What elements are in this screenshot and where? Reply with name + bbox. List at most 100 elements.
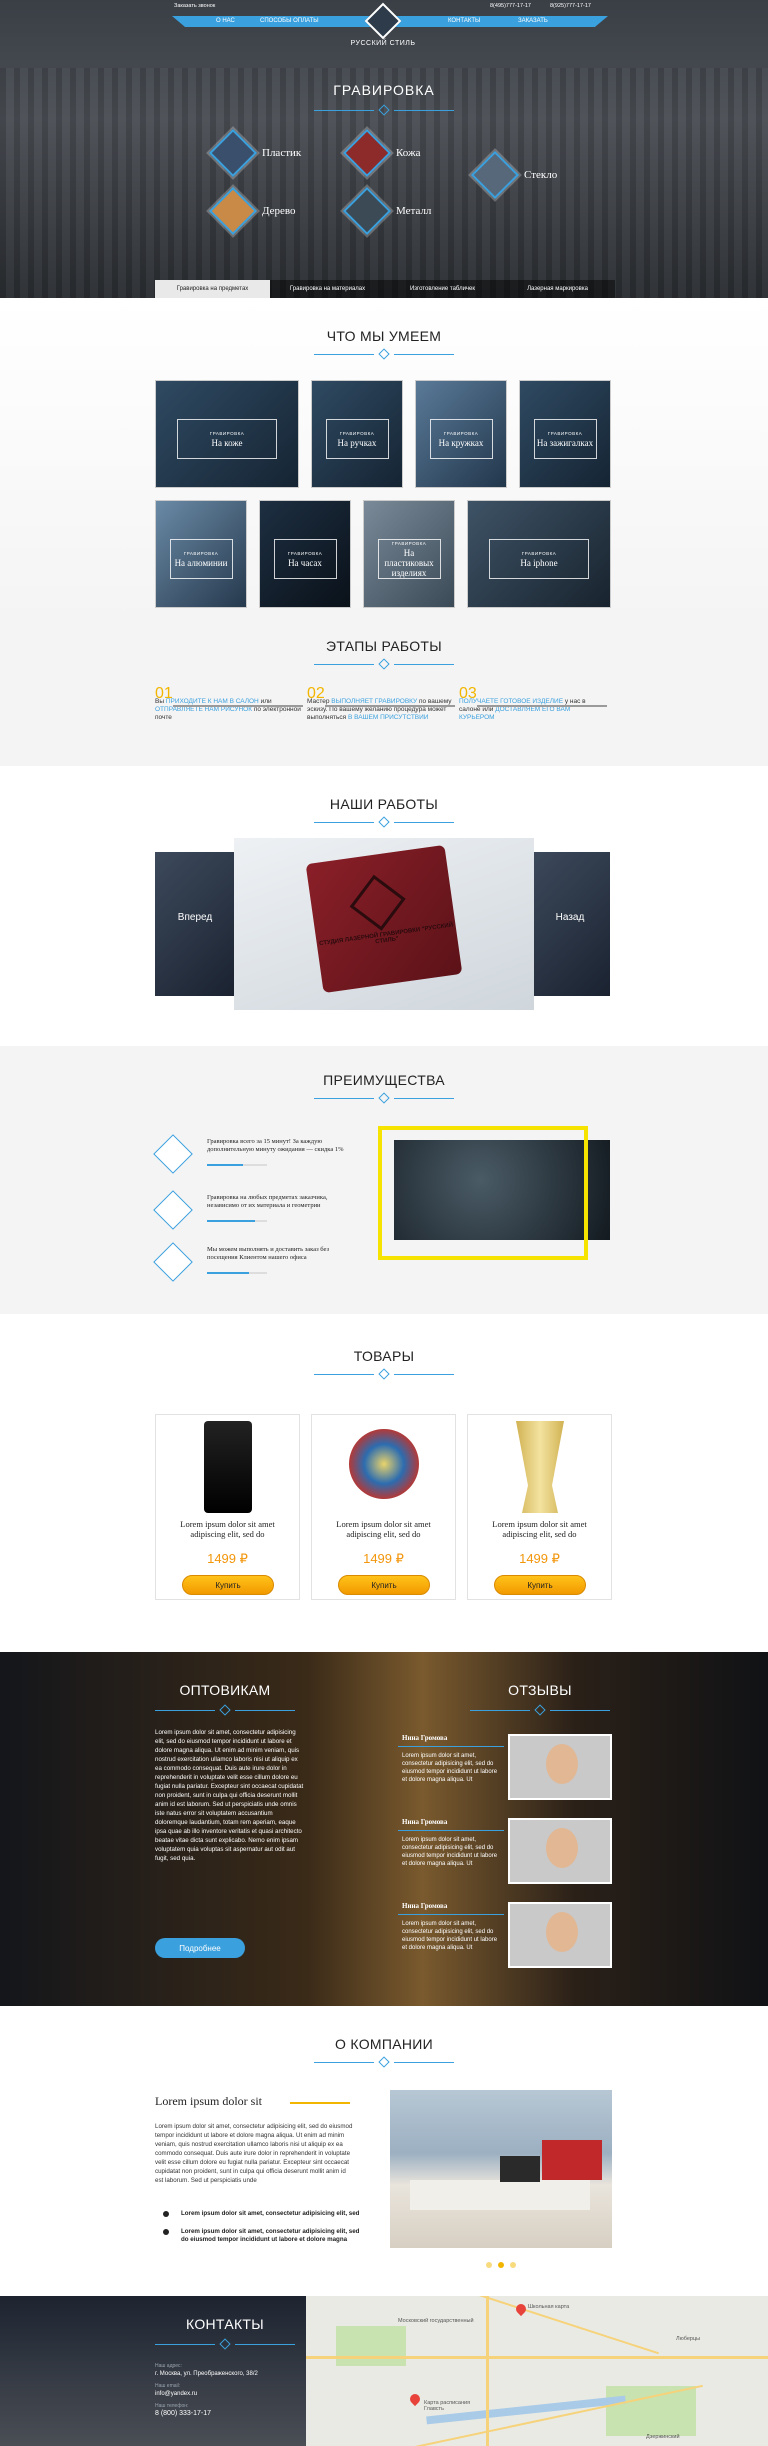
title-ornament: [0, 1092, 768, 1104]
stages-section: ЭТАПЫ РАБОТЫ 01 Вы ПРИХОДИТЕ К НАМ В САЛ…: [0, 628, 768, 766]
what-we-do-section: ЧТО МЫ УМЕЕМ ГРАВИРОВКА На коже ГРАВИРОВК…: [0, 298, 768, 628]
section-title: ТОВАРЫ: [353, 1348, 415, 1364]
about-bullet: Lorem ipsum dolor sit amet, consectetur …: [163, 2210, 363, 2218]
delivery-icon: [153, 1242, 193, 1282]
progress-bar: [207, 1164, 267, 1166]
laptop-image: [500, 2156, 540, 2182]
slider-dots: [486, 2262, 516, 2268]
title-ornament: [0, 1368, 768, 1380]
slider-next-button[interactable]: Назад: [530, 852, 610, 996]
material-glass[interactable]: Стекло: [470, 150, 557, 200]
section-title: ЭТАПЫ РАБОТЫ: [326, 638, 442, 654]
card-watches[interactable]: ГРАВИРОВКА На часах: [259, 500, 351, 608]
contacts-info: Наш адрес: г. Москва, ул. Преображенского…: [155, 2363, 258, 2417]
section-title: ПРЕИМУЩЕСТВА: [323, 1072, 445, 1088]
page-title: ГРАВИРОВКА: [333, 82, 435, 98]
advantages-section: ПРЕИМУЩЕСТВА Гравировка всего за 15 мину…: [0, 1046, 768, 1314]
city-background: [0, 68, 768, 298]
material-wood[interactable]: Дерево: [208, 186, 296, 236]
card-pens[interactable]: ГРАВИРОВКА На ручках: [311, 380, 403, 488]
section-title: ЧТО МЫ УМЕЕМ: [326, 328, 442, 344]
advantage-1: Гравировка всего за 15 минут! За каждую …: [153, 1134, 355, 1174]
buy-button[interactable]: Купить: [494, 1575, 586, 1595]
title-ornament: [0, 104, 768, 116]
clock-icon: [153, 1134, 193, 1174]
progress-bar: [207, 1272, 267, 1274]
metal-icon: [342, 186, 392, 236]
logo-text: РУССКИЙ СТИЛЬ: [350, 40, 416, 47]
title-ornament: [0, 348, 768, 360]
material-plastic[interactable]: Пластик: [208, 128, 301, 178]
review-2: Нина Громова Lorem ipsum dolor sit amet, …: [398, 1818, 612, 1886]
map-pin-icon[interactable]: [513, 2301, 529, 2317]
card-lighters[interactable]: ГРАВИРОВКА На зажигалках: [519, 380, 611, 488]
stage-2: 02 Мастер ВЫПОЛНЯЕТ ГРАВИРОВКУ по вашему…: [307, 686, 455, 722]
slider-prev-button[interactable]: Вперед: [155, 852, 235, 996]
more-button[interactable]: Подробнее: [155, 1938, 245, 1958]
card-plastic[interactable]: ГРАВИРОВКА На пластиковых изделиях: [363, 500, 455, 608]
globe-image: [349, 1429, 419, 1499]
logo-stamp-icon: [349, 874, 406, 931]
title-ornament: [0, 816, 768, 828]
glass-icon: [470, 150, 520, 200]
wholesale-title: ОПТОВИКАМ: [179, 1682, 271, 1698]
review-1: Нина Громова Lorem ipsum dolor sit amet, …: [398, 1734, 612, 1802]
map[interactable]: Школьная карта Карта расписания Главсть …: [306, 2296, 768, 2446]
stage-3: 03 ПОЛУЧАЕТЕ ГОТОВОЕ ИЗДЕЛИЕ у нас в сал…: [459, 686, 607, 722]
wallet-image: СТУДИЯ ЛАЗЕРНОЙ ГРАВИРОВКИ "РУССКИЙ СТИЛ…: [305, 844, 463, 994]
title-ornament: [0, 658, 768, 670]
product-card-cup: Lorem ipsum dolor sit amet adipiscing el…: [467, 1414, 612, 1600]
tab-materials[interactable]: Гравировка на материалах: [270, 280, 385, 298]
about-text: Lorem ipsum dolor sit amet, consectetur …: [155, 2123, 353, 2184]
plastic-icon: [208, 128, 258, 178]
works-section: НАШИ РАБОТЫ Вперед Назад СТУДИЯ ЛАЗЕРНОЙ…: [0, 766, 768, 1046]
slider-main-image: СТУДИЯ ЛАЗЕРНОЙ ГРАВИРОВКИ "РУССКИЙ СТИЛ…: [234, 838, 534, 1010]
phone-1[interactable]: 8(495)777-17-17: [490, 3, 531, 9]
category-tabs: Гравировка на предметах Гравировка на ма…: [155, 280, 615, 298]
hero-section: Заказать звонок 8(495)777-17-17 8(925)77…: [0, 0, 768, 298]
progress-bar: [207, 1220, 267, 1222]
section-title: НАШИ РАБОТЫ: [329, 796, 439, 812]
logo-mark-icon: [364, 2, 402, 40]
avatar: [508, 1818, 612, 1884]
review-3: Нина Громова Lorem ipsum dolor sit amet, …: [398, 1902, 612, 1970]
card-leather[interactable]: ГРАВИРОВКА На коже: [155, 380, 299, 488]
nav-about[interactable]: О НАС: [216, 18, 235, 24]
material-leather[interactable]: Кожа: [342, 128, 421, 178]
material-metal[interactable]: Металл: [342, 186, 431, 236]
leather-icon: [342, 128, 392, 178]
tab-items[interactable]: Гравировка на предметах: [155, 280, 270, 298]
lighter-image: [204, 1421, 252, 1513]
tab-laser[interactable]: Лазерная маркировка: [500, 280, 615, 298]
nav-contacts[interactable]: КОНТАКТЫ: [448, 18, 480, 24]
stage-1: 01 Вы ПРИХОДИТЕ К НАМ В САЛОН или ОТПРАВ…: [155, 686, 303, 722]
wholesale-text: Lorem ipsum dolor sit amet, consectetur …: [155, 1729, 304, 1862]
card-mugs[interactable]: ГРАВИРОВКА На кружках: [415, 380, 507, 488]
buy-button[interactable]: Купить: [338, 1575, 430, 1595]
reviews-title: ОТЗЫВЫ: [508, 1682, 572, 1698]
advantage-3: Мы можем выполнять и доставить заказ без…: [153, 1242, 355, 1282]
card-iphone[interactable]: ГРАВИРОВКА На iphone: [467, 500, 611, 608]
buy-button[interactable]: Купить: [182, 1575, 274, 1595]
about-subtitle: Lorem ipsum dolor sit: [155, 2094, 262, 2108]
tag-icon: [153, 1190, 193, 1230]
nav-order[interactable]: ЗАКАЗАТЬ: [518, 18, 548, 24]
section-title: О КОМПАНИИ: [335, 2036, 433, 2052]
product-card-globe: Lorem ipsum dolor sit amet adipiscing el…: [311, 1414, 456, 1600]
avatar: [508, 1734, 612, 1800]
contacts-panel: КОНТАКТЫ Наш адрес: г. Москва, ул. Преобр…: [0, 2296, 306, 2446]
map-pin-icon[interactable]: [407, 2391, 423, 2407]
logo[interactable]: РУССКИЙ СТИЛЬ: [348, 2, 418, 47]
advantage-2: Гравировка на любых предметах заказчика,…: [153, 1190, 355, 1230]
wholesale-reviews-section: ОПТОВИКАМ Lorem ipsum dolor sit amet, co…: [0, 1652, 768, 2006]
tab-plates[interactable]: Изготовление табличек: [385, 280, 500, 298]
product-card-lighter: Lorem ipsum dolor sit amet adipiscing el…: [155, 1414, 300, 1600]
title-ornament: [0, 2056, 768, 2068]
avatar: [508, 1902, 612, 1968]
contacts-section: КОНТАКТЫ Наш адрес: г. Москва, ул. Преобр…: [0, 2296, 768, 2446]
callback-link[interactable]: Заказать звонок: [174, 3, 215, 9]
nav-payment[interactable]: СПОСОБЫ ОПЛАТЫ: [260, 18, 319, 24]
phone-2[interactable]: 8(925)777-17-17: [550, 3, 591, 9]
wood-icon: [208, 186, 258, 236]
card-aluminum[interactable]: ГРАВИРОВКА На алюминии: [155, 500, 247, 608]
